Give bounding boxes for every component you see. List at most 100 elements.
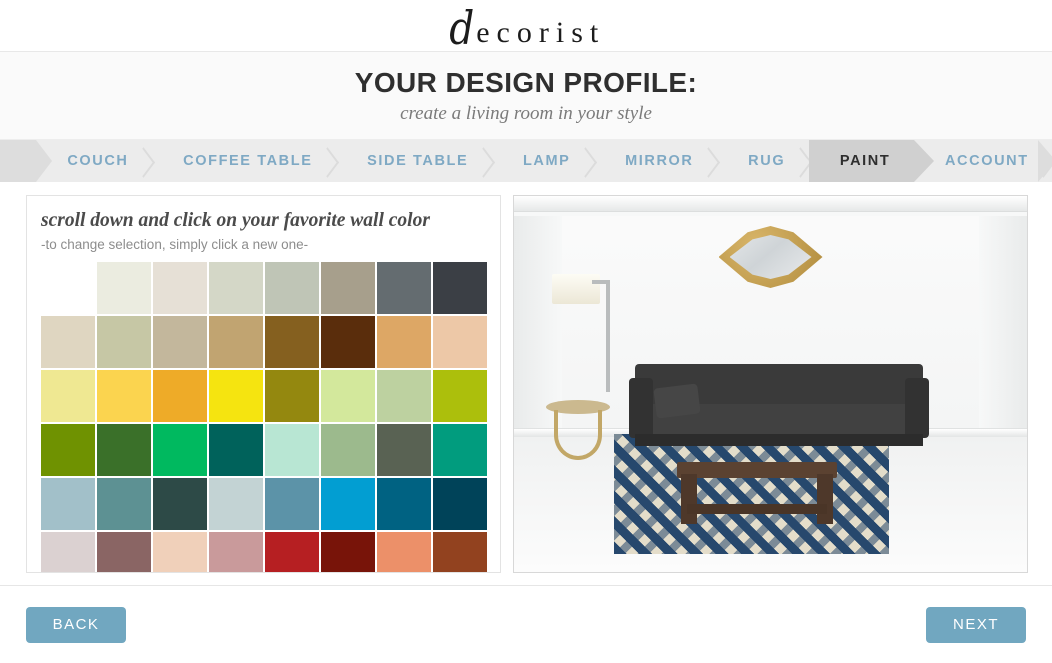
footer-nav: BACK NEXT bbox=[0, 585, 1052, 663]
back-button[interactable]: BACK bbox=[26, 606, 126, 643]
color-swatch[interactable] bbox=[265, 262, 319, 314]
side-table-legs bbox=[554, 410, 602, 460]
sofa-pillow bbox=[653, 383, 701, 419]
color-swatch[interactable] bbox=[209, 532, 263, 572]
color-swatch[interactable] bbox=[41, 532, 95, 572]
color-swatch[interactable] bbox=[377, 316, 431, 368]
step-lamp[interactable]: LAMP bbox=[492, 140, 594, 182]
color-swatch[interactable] bbox=[153, 424, 207, 476]
color-swatch[interactable] bbox=[321, 262, 375, 314]
color-swatch[interactable] bbox=[209, 478, 263, 530]
room-preview[interactable] bbox=[513, 195, 1028, 573]
sofa-arm-right bbox=[905, 378, 929, 438]
coffee-table-shelf bbox=[687, 504, 827, 514]
logo-bar: d ecorist bbox=[0, 0, 1052, 52]
color-swatch[interactable] bbox=[321, 478, 375, 530]
color-swatch[interactable] bbox=[153, 478, 207, 530]
progress-steps: COUCH COFFEE TABLE SIDE TABLE LAMP MIRRO… bbox=[0, 140, 1052, 182]
color-swatch[interactable] bbox=[433, 316, 487, 368]
floor-lamp-icon bbox=[552, 274, 614, 394]
color-swatch[interactable] bbox=[97, 262, 151, 314]
color-swatch[interactable] bbox=[209, 262, 263, 314]
sofa-arm-left bbox=[629, 378, 653, 438]
color-swatch[interactable] bbox=[433, 262, 487, 314]
step-label: COUCH bbox=[67, 153, 129, 169]
color-swatch[interactable] bbox=[321, 532, 375, 572]
logo-wordmark: ecorist bbox=[476, 15, 606, 49]
step-label: LAMP bbox=[522, 153, 571, 169]
step-label: PAINT bbox=[839, 153, 891, 169]
step-coffee-table[interactable]: COFFEE TABLE bbox=[152, 140, 336, 182]
step-paint[interactable]: PAINT bbox=[788, 140, 934, 182]
coffee-table-icon bbox=[677, 462, 837, 524]
color-swatch[interactable] bbox=[41, 424, 95, 476]
logo-script-d: d bbox=[448, 0, 475, 55]
color-swatch[interactable] bbox=[153, 370, 207, 422]
color-swatch[interactable] bbox=[377, 370, 431, 422]
color-swatch-grid bbox=[41, 262, 489, 572]
step-couch[interactable]: COUCH bbox=[36, 140, 152, 182]
color-swatch[interactable] bbox=[265, 532, 319, 572]
step-chevron-left bbox=[788, 140, 809, 182]
step-label: COFFEE TABLE bbox=[183, 153, 313, 169]
color-swatch[interactable] bbox=[377, 424, 431, 476]
step-label: SIDE TABLE bbox=[367, 153, 469, 169]
color-swatch[interactable] bbox=[321, 370, 375, 422]
coffee-table-top bbox=[677, 462, 837, 478]
lamp-pole bbox=[606, 280, 610, 392]
step-label: MIRROR bbox=[625, 153, 694, 169]
color-swatch[interactable] bbox=[265, 424, 319, 476]
color-swatch[interactable] bbox=[209, 424, 263, 476]
color-swatch[interactable] bbox=[433, 424, 487, 476]
sofa-icon bbox=[629, 364, 929, 446]
color-swatch[interactable] bbox=[433, 370, 487, 422]
color-swatch[interactable] bbox=[433, 478, 487, 530]
step-end-chevron bbox=[1026, 140, 1052, 182]
step-mirror[interactable]: MIRROR bbox=[594, 140, 717, 182]
color-swatch[interactable] bbox=[265, 316, 319, 368]
color-swatch[interactable] bbox=[97, 370, 151, 422]
color-swatch[interactable] bbox=[97, 424, 151, 476]
decorist-logo[interactable]: d ecorist bbox=[447, 0, 606, 55]
color-swatch[interactable] bbox=[153, 532, 207, 572]
page-subtitle: create a living room in your style bbox=[400, 102, 652, 124]
step-chevron-right bbox=[913, 140, 934, 182]
main-content: scroll down and click on your favorite w… bbox=[0, 182, 1052, 587]
sofa-base bbox=[635, 434, 923, 446]
color-swatch[interactable] bbox=[433, 532, 487, 572]
coffee-table-leg-left bbox=[681, 474, 697, 524]
step-side-table[interactable]: SIDE TABLE bbox=[336, 140, 492, 182]
color-swatch[interactable] bbox=[97, 316, 151, 368]
color-swatch[interactable] bbox=[321, 316, 375, 368]
next-button[interactable]: NEXT bbox=[926, 606, 1026, 643]
crown-molding bbox=[514, 196, 1027, 212]
title-block: YOUR DESIGN PROFILE: create a living roo… bbox=[0, 52, 1052, 140]
panel-heading: scroll down and click on your favorite w… bbox=[41, 210, 430, 231]
color-swatch[interactable] bbox=[377, 478, 431, 530]
panel-subheading: -to change selection, simply click a new… bbox=[41, 237, 309, 252]
design-profile-page: d ecorist YOUR DESIGN PROFILE: create a l… bbox=[0, 0, 1052, 663]
color-swatch[interactable] bbox=[321, 424, 375, 476]
lamp-shade bbox=[552, 274, 600, 304]
color-swatch[interactable] bbox=[209, 370, 263, 422]
color-swatch[interactable] bbox=[97, 478, 151, 530]
step-start-chevron bbox=[0, 140, 52, 182]
color-swatch[interactable] bbox=[97, 532, 151, 572]
color-swatch[interactable] bbox=[265, 478, 319, 530]
color-swatch[interactable] bbox=[377, 262, 431, 314]
page-title: YOUR DESIGN PROFILE: bbox=[354, 66, 698, 98]
color-swatch[interactable] bbox=[41, 370, 95, 422]
color-swatch[interactable] bbox=[265, 370, 319, 422]
color-swatch[interactable] bbox=[209, 316, 263, 368]
step-label: ACCOUNT bbox=[944, 153, 1029, 169]
color-swatch[interactable] bbox=[377, 532, 431, 572]
color-swatch[interactable] bbox=[153, 316, 207, 368]
color-swatch[interactable] bbox=[41, 316, 95, 368]
color-swatch-empty bbox=[41, 262, 95, 314]
color-swatch[interactable] bbox=[41, 478, 95, 530]
paint-picker-panel: scroll down and click on your favorite w… bbox=[26, 195, 501, 573]
color-swatch[interactable] bbox=[153, 262, 207, 314]
gold-quatrefoil-mirror-icon bbox=[718, 226, 823, 288]
crown-molding-shadow bbox=[514, 212, 1027, 216]
side-table-icon bbox=[546, 400, 610, 462]
